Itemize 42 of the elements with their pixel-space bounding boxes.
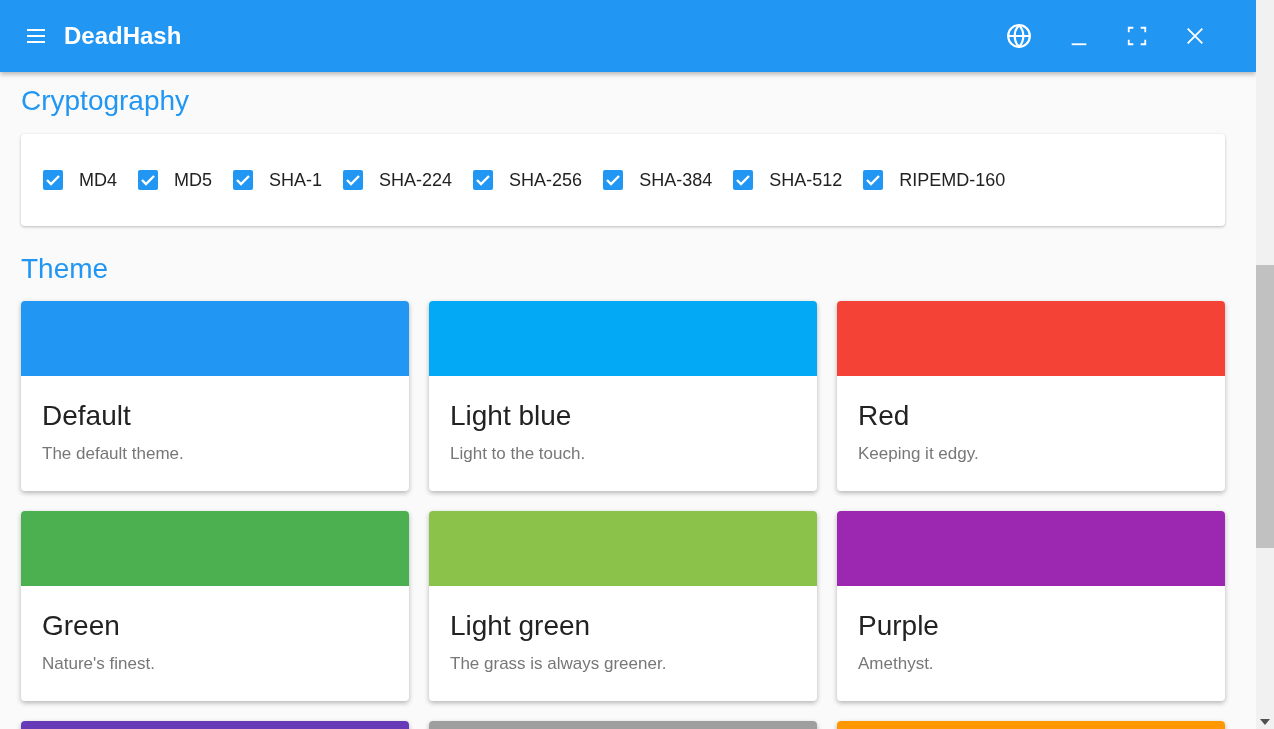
checkbox-label[interactable]: SHA-1 [269, 169, 323, 191]
theme-description: Light to the touch. [450, 444, 587, 464]
checkbox-label[interactable]: MD4 [79, 169, 117, 191]
checkbox[interactable] [863, 170, 884, 190]
theme-description: Amethyst. [858, 654, 935, 674]
checkbox[interactable] [43, 170, 63, 190]
close-icon[interactable] [1184, 25, 1206, 47]
theme-card[interactable]: Red Keeping it edgy. [837, 301, 1225, 491]
globe-icon[interactable] [1006, 23, 1032, 49]
checkbox[interactable] [138, 170, 158, 190]
theme-name: Green [42, 610, 121, 642]
theme-card[interactable]: Light green The grass is always greener. [429, 511, 817, 701]
theme-description: The grass is always greener. [450, 654, 668, 674]
theme-name: Red [858, 400, 911, 432]
theme-card[interactable]: Default The default theme. [21, 301, 409, 491]
scrollbar-thumb[interactable] [1256, 265, 1274, 548]
theme-name: Default [42, 400, 132, 432]
fullscreen-icon[interactable] [1126, 25, 1148, 47]
theme-name: Light blue [450, 400, 573, 432]
checkbox-label[interactable]: MD5 [174, 169, 213, 191]
checkbox-label[interactable]: SHA-256 [509, 169, 583, 191]
theme-description: Nature's finest. [42, 654, 156, 674]
theme-description: The default theme. [42, 444, 185, 464]
checkbox[interactable] [603, 170, 624, 190]
checkbox[interactable] [233, 170, 254, 190]
checkbox-label[interactable]: SHA-384 [639, 169, 713, 191]
theme-card[interactable]: Light blue Light to the touch. [429, 301, 817, 491]
checkbox[interactable] [473, 170, 494, 190]
theme-name: Light green [450, 610, 592, 642]
section-heading: Theme [21, 252, 110, 286]
theme-name: Purple [858, 610, 940, 642]
app-title: DeadHash [64, 22, 182, 50]
checkbox-label[interactable]: RIPEMD-160 [899, 169, 1006, 191]
checkbox[interactable] [343, 170, 364, 190]
checkbox[interactable] [733, 170, 754, 190]
theme-card[interactable]: Purple Amethyst. [837, 511, 1225, 701]
checkbox-label[interactable]: SHA-224 [379, 169, 453, 191]
checkbox-label[interactable]: SHA-512 [769, 169, 843, 191]
theme-description: Keeping it edgy. [858, 444, 980, 464]
theme-card[interactable]: Green Nature's finest. [21, 511, 409, 701]
scroll-down-icon[interactable] [1260, 719, 1270, 725]
section-heading: Cryptography [21, 84, 191, 118]
